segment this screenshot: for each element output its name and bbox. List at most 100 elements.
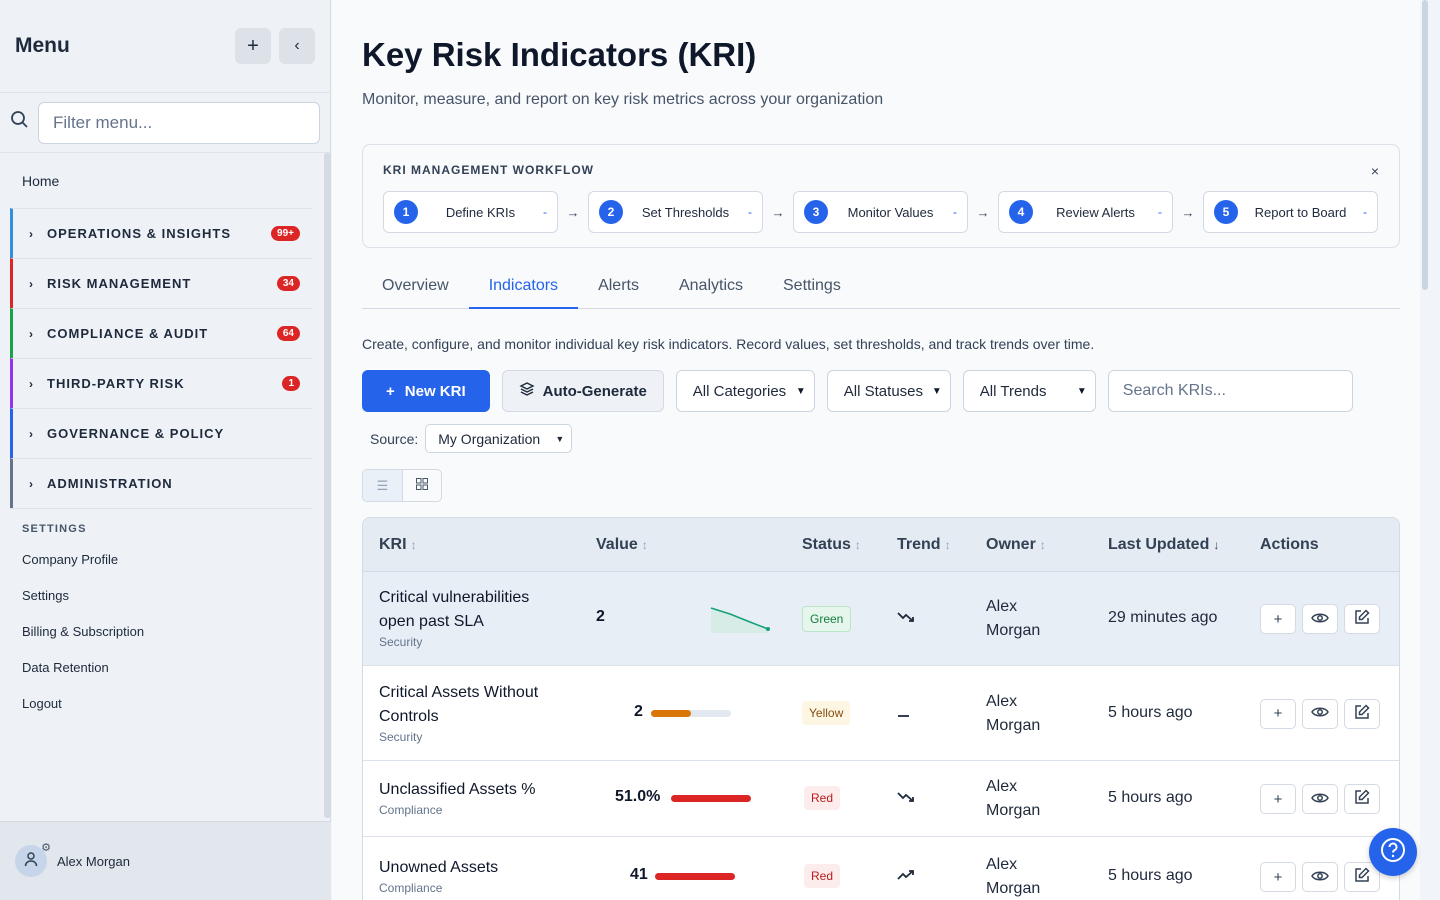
- view-button[interactable]: [1302, 862, 1338, 892]
- kri-category: Security: [379, 729, 423, 744]
- collapse-sidebar-button[interactable]: ‹: [279, 28, 315, 64]
- filter-menu-input[interactable]: [38, 101, 320, 144]
- grid-icon: [416, 478, 428, 493]
- category-select[interactable]: All Categories ▼: [675, 370, 815, 412]
- chevron-right-icon: ›: [29, 226, 34, 241]
- tab-overview[interactable]: Overview: [362, 265, 469, 309]
- new-kri-button[interactable]: + New KRI: [362, 370, 490, 412]
- grid-view-button[interactable]: [402, 470, 441, 501]
- kri-category: Security: [379, 635, 423, 649]
- sidebar-group-compliance-audit[interactable]: › COMPLIANCE & AUDIT 64: [10, 308, 312, 358]
- sidebar-link-settings[interactable]: Settings: [0, 577, 321, 613]
- chevron-down-icon: ▼: [1076, 385, 1087, 397]
- workflow-step[interactable]: 2 Set Thresholds -: [588, 191, 763, 233]
- tab-analytics[interactable]: Analytics: [659, 265, 763, 309]
- auto-generate-label: Auto-Generate: [542, 382, 647, 400]
- table-row[interactable]: Unclassified Assets % Compliance 51.0% R…: [363, 761, 1399, 837]
- edit-icon: [1354, 867, 1370, 887]
- count-badge: 64: [276, 326, 300, 341]
- view-button[interactable]: [1302, 698, 1338, 729]
- header-kri[interactable]: KRI ↕: [379, 536, 417, 554]
- kri-table: KRI ↕ Value ↕ Status ↕ Trend ↕ Owner ↕ Last U…: [362, 517, 1400, 900]
- sidebar-link-data-retention[interactable]: Data Retention: [0, 649, 321, 685]
- toolbar: + New KRI Auto-Generate All Categories ▼…: [362, 370, 1353, 412]
- step-status: -: [1363, 205, 1367, 219]
- table-row[interactable]: Critical vulnerabilities open past SLA S…: [363, 572, 1399, 666]
- main-scrollbar[interactable]: [1420, 0, 1430, 900]
- chevron-right-icon: ›: [29, 326, 34, 341]
- source-select[interactable]: My Organization ▼: [425, 424, 573, 453]
- sidebar-group-administration[interactable]: › ADMINISTRATION: [10, 458, 312, 508]
- sidebar-scrollbar[interactable]: [324, 153, 331, 818]
- workflow-step[interactable]: 3 Monitor Values -: [793, 191, 968, 233]
- kri-name[interactable]: Critical vulnerabilities open past SLA: [379, 586, 569, 634]
- arrow-right-icon: →: [566, 204, 580, 220]
- header-status[interactable]: Status ↕: [802, 536, 861, 554]
- main-content: Key Risk Indicators (KRI) Monitor, measu…: [332, 0, 1430, 900]
- eye-icon: [1311, 791, 1329, 808]
- add-value-button[interactable]: +: [1260, 784, 1296, 814]
- sidebar-group-third-party-risk[interactable]: › THIRD-PARTY RISK 1: [10, 358, 312, 408]
- owner-name: Alex Morgan: [986, 778, 1041, 819]
- table-row[interactable]: Critical Assets Without Controls Securit…: [363, 666, 1399, 761]
- workflow-step[interactable]: 4 Review Alerts -: [998, 191, 1173, 233]
- help-button[interactable]: [1369, 828, 1417, 876]
- owner-name: Alex Morgan: [986, 856, 1041, 897]
- step-label: Set Thresholds: [641, 204, 730, 220]
- status-select[interactable]: All Statuses ▼: [826, 370, 951, 412]
- sidebar-group-governance-policy[interactable]: › GOVERNANCE & POLICY: [10, 408, 312, 458]
- last-updated: 5 hours ago: [1108, 867, 1193, 884]
- view-button[interactable]: [1302, 604, 1338, 634]
- tab-settings[interactable]: Settings: [763, 265, 861, 309]
- sidebar-group-risk-management[interactable]: › RISK MANAGEMENT 34: [10, 258, 312, 308]
- edit-button[interactable]: [1344, 698, 1380, 729]
- workflow-step[interactable]: 5 Report to Board -: [1203, 191, 1378, 233]
- edit-button[interactable]: [1344, 784, 1380, 814]
- status-badge: Red: [804, 786, 841, 810]
- add-value-button[interactable]: +: [1260, 604, 1296, 634]
- sidebar-link-billing-subscription[interactable]: Billing & Subscription: [0, 613, 321, 649]
- chevron-right-icon: ›: [29, 476, 34, 491]
- threshold-bar: [671, 795, 751, 802]
- kri-name[interactable]: Unowned Assets: [379, 856, 569, 880]
- header-last-updated[interactable]: Last Updated ↓: [1108, 536, 1219, 554]
- status-badge: Green: [802, 606, 852, 632]
- sidebar-group-operations-insights[interactable]: › OPERATIONS & INSIGHTS 99+: [10, 208, 312, 258]
- user-footer[interactable]: ⚙ Alex Morgan: [0, 821, 331, 900]
- edit-button[interactable]: [1344, 604, 1380, 634]
- add-value-button[interactable]: +: [1260, 698, 1296, 729]
- kri-cell: Unowned Assets Compliance: [379, 856, 569, 895]
- kri-name[interactable]: Critical Assets Without Controls: [379, 681, 569, 729]
- sidebar-link-logout[interactable]: Logout: [0, 685, 321, 721]
- sidebar-group-label: COMPLIANCE & AUDIT: [47, 326, 209, 341]
- step-status: -: [1158, 205, 1162, 219]
- edit-icon: [1354, 789, 1370, 809]
- threshold-bar: [651, 709, 731, 717]
- auto-generate-button[interactable]: Auto-Generate: [501, 370, 664, 412]
- list-view-button[interactable]: ☰: [363, 470, 402, 501]
- search-icon: [10, 110, 38, 135]
- add-menu-button[interactable]: +: [235, 28, 271, 64]
- page-subtitle: Monitor, measure, and report on key risk…: [362, 91, 884, 108]
- close-icon[interactable]: ×: [1371, 163, 1379, 179]
- view-button[interactable]: [1302, 784, 1338, 814]
- header-trend[interactable]: Trend ↕: [897, 536, 951, 554]
- tab-indicators[interactable]: Indicators: [468, 265, 579, 309]
- step-number: 4: [1009, 200, 1033, 224]
- chevron-down-icon: ▼: [555, 433, 565, 444]
- kri-name[interactable]: Unclassified Assets %: [379, 778, 569, 802]
- table-row[interactable]: Unowned Assets Compliance 41 Red Alex Mo…: [363, 837, 1399, 900]
- add-value-button[interactable]: +: [1260, 862, 1296, 892]
- search-kri-input[interactable]: [1107, 370, 1353, 412]
- kri-cell: Critical vulnerabilities open past SLA S…: [379, 586, 569, 649]
- trend-select[interactable]: All Trends ▼: [962, 370, 1096, 412]
- last-updated: 29 minutes ago: [1108, 609, 1218, 626]
- header-owner[interactable]: Owner ↕: [986, 536, 1046, 554]
- sidebar-link-company-profile[interactable]: Company Profile: [0, 541, 321, 577]
- source-label: Source:: [370, 430, 419, 447]
- avatar[interactable]: ⚙: [15, 842, 51, 877]
- workflow-step[interactable]: 1 Define KRIs -: [383, 191, 558, 233]
- header-value[interactable]: Value ↕: [596, 536, 648, 554]
- tab-alerts[interactable]: Alerts: [578, 265, 659, 309]
- sidebar-item-home[interactable]: Home: [0, 153, 321, 208]
